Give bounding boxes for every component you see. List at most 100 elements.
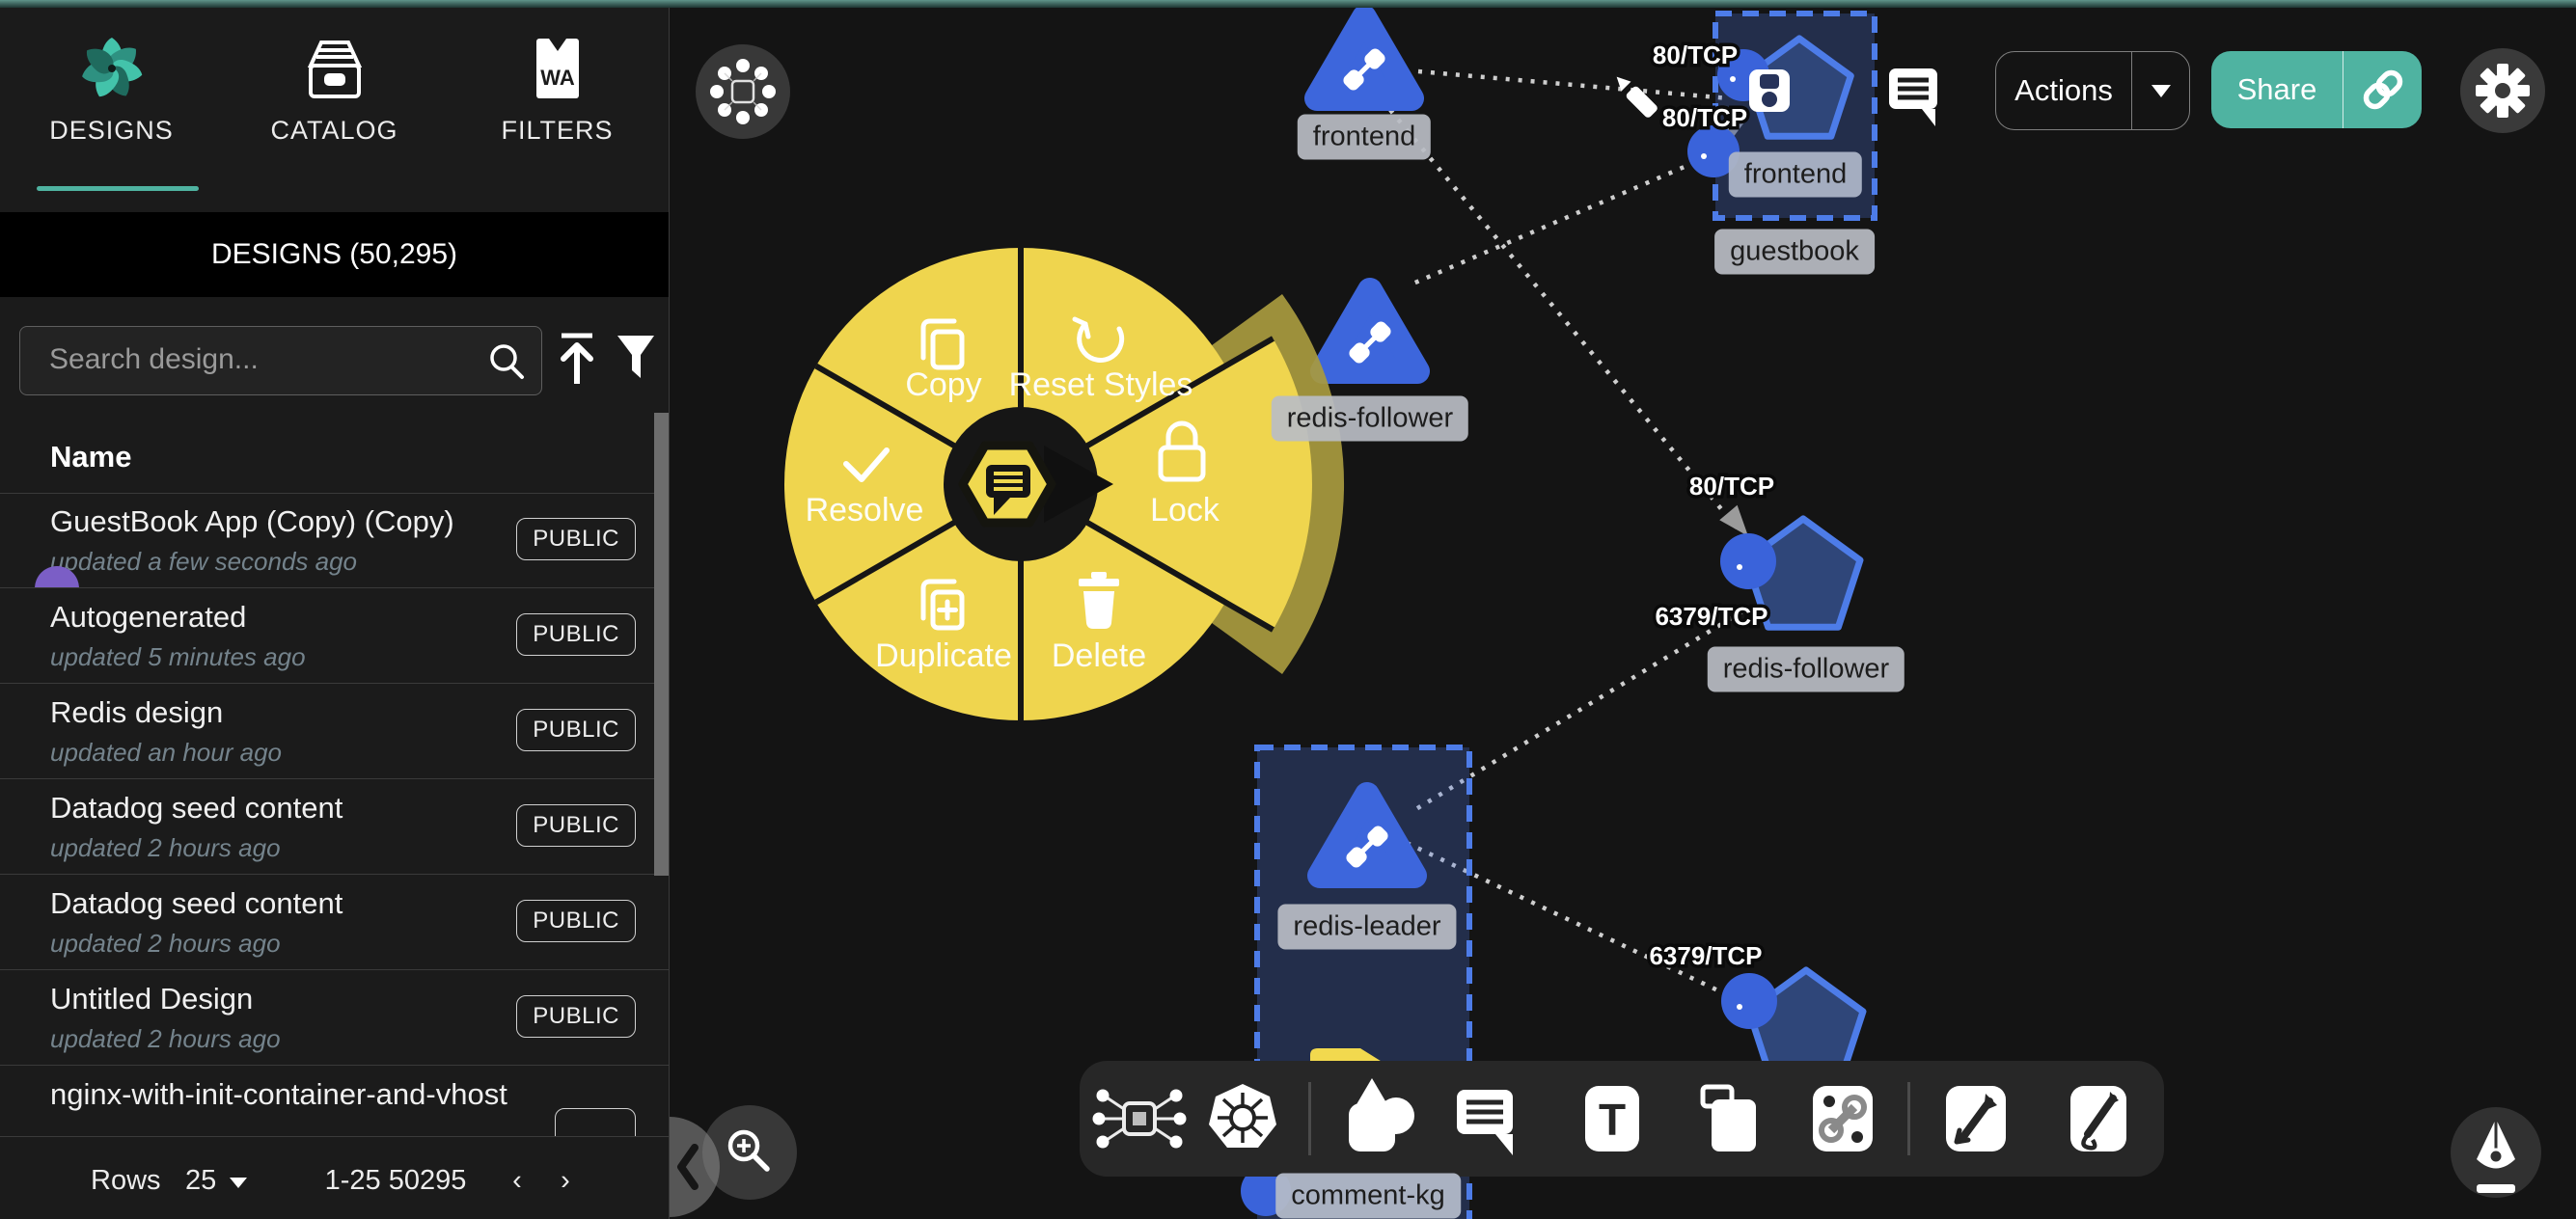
node-label: redis-leader xyxy=(1277,905,1456,950)
node-redis-follower-service[interactable] xyxy=(1323,290,1417,371)
share-button-label[interactable]: Share xyxy=(2211,51,2343,128)
tab-designs-label: DESIGNS xyxy=(49,116,174,146)
pencil-curl-icon[interactable] xyxy=(2070,1086,2126,1151)
design-name: GuestBook App (Copy) (Copy) xyxy=(50,504,454,539)
pagination-bar: Rows 25 1-25 50295 ‹ › xyxy=(0,1136,669,1219)
design-updated: updated an hour ago xyxy=(50,738,282,768)
table-header: Name xyxy=(0,413,669,494)
next-page-button[interactable]: › xyxy=(546,1137,585,1219)
visibility-badge: PUBLIC xyxy=(516,613,636,656)
previous-page-button[interactable]: ‹ xyxy=(498,1137,536,1219)
node-label: frontend xyxy=(1729,152,1862,198)
edit-pencil-icon xyxy=(1611,71,1658,119)
column-name-header: Name xyxy=(50,440,131,474)
search-icon xyxy=(485,340,528,383)
design-updated: updated a few seconds ago xyxy=(50,547,357,577)
rows-per-page-select[interactable]: 25 xyxy=(185,1137,216,1219)
design-list: GuestBook App (Copy) (Copy) updated a fe… xyxy=(0,493,669,1136)
node-label: redis-follower xyxy=(1708,647,1905,692)
edge-frontend-guestbook[interactable] xyxy=(1418,71,1729,98)
edge-endpoint-badge[interactable] xyxy=(1720,533,1776,589)
radial-context-menu: Copy Reset Styles Lock Delete Duplicate … xyxy=(784,248,1344,720)
list-item[interactable]: Untitled Design updated 2 hours ago PUBL… xyxy=(0,970,669,1066)
actions-button-label[interactable]: Actions xyxy=(1996,52,2132,129)
edge-label: 80/TCP xyxy=(1689,472,1774,501)
design-name: Datadog seed content xyxy=(50,886,343,921)
comment-bubble-icon[interactable] xyxy=(1889,68,1937,126)
tab-catalog[interactable]: CATALOG xyxy=(223,8,446,212)
design-updated: updated 2 hours ago xyxy=(50,929,281,959)
actions-button[interactable]: Actions xyxy=(1995,51,2190,130)
visibility-badge: PUBLIC xyxy=(516,995,636,1038)
scrollbar-thumb[interactable] xyxy=(654,413,669,876)
radial-item-label[interactable]: Delete xyxy=(1052,637,1146,674)
tab-filters-label: FILTERS xyxy=(501,116,613,146)
sidebar: DESIGNS CATALOG WA xyxy=(0,8,670,1219)
edge-label: 80/TCP xyxy=(1662,103,1747,132)
edge-endpoint-badge[interactable] xyxy=(1721,973,1777,1029)
svg-text:T: T xyxy=(1599,1095,1626,1145)
radial-item-label[interactable]: Duplicate xyxy=(875,637,1012,674)
share-link-button[interactable] xyxy=(2343,51,2422,128)
share-button[interactable]: Share xyxy=(2211,51,2422,128)
design-name: Autogenerated xyxy=(50,600,246,635)
edge-label: 80/TCP xyxy=(1653,41,1738,69)
radial-item-label[interactable]: Resolve xyxy=(806,492,924,528)
rows-per-page-label: Rows xyxy=(91,1137,161,1219)
design-updated: updated 2 hours ago xyxy=(50,1024,281,1054)
visibility-badge: PUBLIC xyxy=(516,709,636,751)
tab-filters[interactable]: WA FILTERS xyxy=(446,8,669,212)
list-item[interactable]: Redis design updated an hour ago PUBLIC xyxy=(0,684,669,779)
design-updated: updated 2 hours ago xyxy=(50,833,281,863)
pen-nib-button[interactable] xyxy=(2451,1107,2541,1198)
list-item[interactable]: Autogenerated updated 5 minutes ago PUBL… xyxy=(0,588,669,684)
pagination-range: 1-25 50295 xyxy=(318,1137,473,1219)
search-row xyxy=(0,297,669,413)
visibility-badge: PUBLIC xyxy=(516,518,636,560)
list-item[interactable]: Datadog seed content updated 2 hours ago… xyxy=(0,779,669,875)
sidebar-collapse-handle[interactable] xyxy=(670,1117,720,1217)
search-input[interactable] xyxy=(47,327,476,393)
node-label: frontend xyxy=(1298,115,1431,160)
svg-text:WA: WA xyxy=(540,66,575,90)
save-badge-icon xyxy=(1749,69,1790,112)
list-item[interactable]: Datadog seed content updated 2 hours ago… xyxy=(0,875,669,970)
text-tool-icon[interactable]: T xyxy=(1585,1086,1639,1151)
node-label: redis-follower xyxy=(1272,396,1468,442)
chevron-down-icon xyxy=(2151,85,2171,97)
list-item[interactable]: nginx-with-init-container-and-vhost xyxy=(0,1066,669,1136)
radial-item-label[interactable]: Copy xyxy=(905,366,981,403)
cluster-graph-button[interactable] xyxy=(696,44,790,139)
node-label: guestbook xyxy=(1714,230,1875,275)
design-updated: updated 5 minutes ago xyxy=(50,642,306,672)
design-name: Redis design xyxy=(50,695,223,730)
edge-label: 6379/TCP xyxy=(1649,941,1762,970)
upload-icon[interactable] xyxy=(552,324,602,393)
meshery-logo-icon xyxy=(54,35,170,102)
visibility-badge xyxy=(555,1108,636,1136)
list-item[interactable]: GuestBook App (Copy) (Copy) updated a fe… xyxy=(0,493,669,588)
radial-item-label[interactable]: Reset Styles xyxy=(1009,366,1193,403)
edge-frontend-redisfollower[interactable] xyxy=(1390,110,1737,528)
tab-designs[interactable]: DESIGNS xyxy=(0,8,223,212)
edge-guestbook-redisfollower-svc[interactable] xyxy=(1409,157,1707,285)
visibility-badge: PUBLIC xyxy=(516,804,636,847)
search-box xyxy=(19,326,542,395)
node-frontend-service[interactable] xyxy=(1317,17,1411,98)
filter-funnel-icon[interactable] xyxy=(610,326,660,392)
edge-label: 6379/TCP xyxy=(1655,602,1768,631)
tab-catalog-label: CATALOG xyxy=(270,116,397,146)
wasm-filter-icon: WA xyxy=(500,35,616,102)
design-name: Untitled Design xyxy=(50,982,253,1016)
radial-item-label[interactable]: Lock xyxy=(1150,492,1220,528)
sidebar-tabs: DESIGNS CATALOG WA xyxy=(0,8,669,212)
pen-arrow-icon[interactable] xyxy=(1946,1086,2006,1151)
app-root: 80/TCP 80/TCP 80/TCP 6379/TCP 6379/TCP xyxy=(0,0,2576,1219)
design-name: nginx-with-init-container-and-vhost xyxy=(50,1077,507,1112)
visibility-badge: PUBLIC xyxy=(516,900,636,942)
chain-link-icon[interactable] xyxy=(1813,1086,1873,1151)
actions-dropdown-toggle[interactable] xyxy=(2132,52,2189,129)
chevron-down-icon[interactable] xyxy=(230,1178,247,1188)
active-tab-indicator xyxy=(37,186,199,191)
settings-gear-button[interactable] xyxy=(2460,48,2545,133)
